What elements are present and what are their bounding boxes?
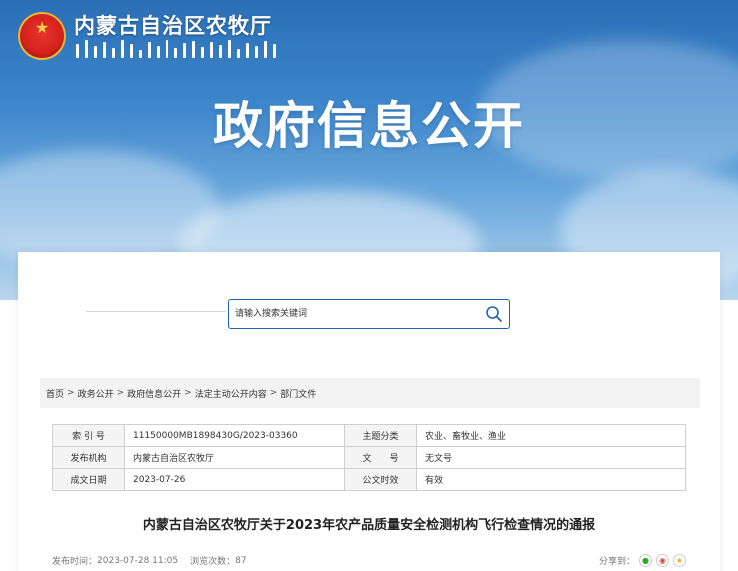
breadcrumb: 首页 > 政务公开 > 政府信息公开 > 法定主动公开内容 > 部门文件 — [40, 378, 700, 408]
document-meta: 发布时间： 2023-07-28 11:05 浏览次数： 87 分享到： ● ◉… — [52, 554, 686, 567]
hero-title: 政府信息公开 — [213, 97, 525, 155]
table-row: 索 引 号 11150000MB1898430G/2023-03360 主题分类… — [52, 424, 686, 447]
weibo-icon[interactable]: ◉ — [656, 554, 669, 567]
breadcrumb-info-disclosure[interactable]: 政府信息公开 — [127, 387, 181, 400]
share-label: 分享到： — [598, 557, 635, 567]
search-icon — [486, 306, 502, 322]
divider — [86, 311, 226, 312]
validity-value: 有效 — [416, 468, 686, 491]
topic-value: 农业、畜牧业、渔业 — [416, 424, 686, 447]
date-value: 2023-07-26 — [124, 468, 345, 491]
views-label: 浏览次数： — [190, 557, 236, 567]
docno-value: 无文号 — [416, 446, 686, 469]
publish-time: 2023-07-28 11:05 — [97, 555, 179, 566]
document-title: 内蒙古自治区农牧厅关于2023年农产品质量安全检测机构飞行检查情况的通报 — [142, 518, 596, 533]
share-bar: 分享到： ● ◉ ★ — [599, 554, 686, 567]
validity-label: 公文时效 — [344, 468, 417, 491]
views-count: 87 — [235, 555, 247, 566]
breadcrumb-government-affairs[interactable]: 政务公开 — [78, 387, 114, 400]
search-button[interactable] — [479, 300, 509, 328]
document-info-table: 索 引 号 11150000MB1898430G/2023-03360 主题分类… — [52, 424, 686, 491]
search-box — [228, 299, 510, 329]
docno-label: 文 号 — [344, 446, 417, 469]
index-value: 11150000MB1898430G/2023-03360 — [124, 424, 345, 447]
index-label: 索 引 号 — [52, 424, 125, 447]
date-label: 成文日期 — [52, 468, 125, 491]
breadcrumb-separator: > — [269, 388, 278, 398]
breadcrumb-separator: > — [67, 388, 75, 398]
breadcrumb-separator: > — [184, 388, 192, 398]
national-emblem-icon[interactable] — [18, 12, 66, 60]
issuer-label: 发布机构 — [52, 446, 125, 469]
favorite-icon[interactable]: ★ — [673, 554, 686, 567]
search-input[interactable] — [229, 301, 479, 327]
wechat-icon[interactable]: ● — [639, 554, 652, 567]
issuer-value: 内蒙古自治区农牧厅 — [124, 446, 345, 469]
mongolian-script-logo — [76, 38, 276, 58]
site-title[interactable]: 内蒙古自治区农牧厅 — [74, 10, 272, 40]
breadcrumb-home[interactable]: 首页 — [46, 387, 64, 400]
topic-label: 主题分类 — [344, 424, 417, 447]
breadcrumb-separator: > — [116, 388, 125, 398]
table-row: 成文日期 2023-07-26 公文时效 有效 — [52, 468, 686, 491]
table-row: 发布机构 内蒙古自治区农牧厅 文 号 无文号 — [52, 446, 686, 469]
breadcrumb-department-files[interactable]: 部门文件 — [280, 387, 316, 400]
breadcrumb-statutory-content[interactable]: 法定主动公开内容 — [195, 387, 267, 400]
publish-label: 发布时间： — [52, 557, 98, 567]
content-card: 首页 > 政务公开 > 政府信息公开 > 法定主动公开内容 > 部门文件 索 引… — [18, 252, 720, 571]
